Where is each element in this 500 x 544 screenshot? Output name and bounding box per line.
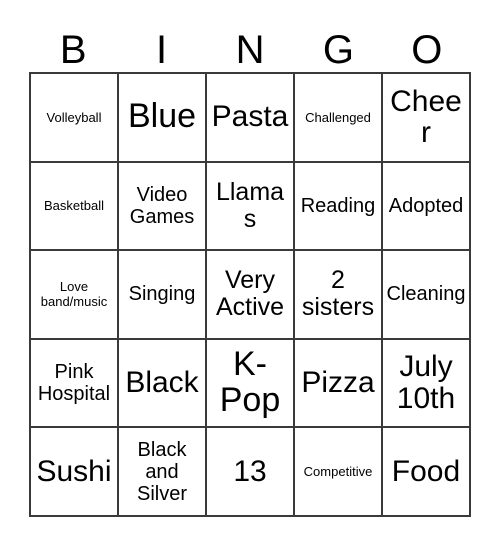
bingo-cell[interactable]: July 10th xyxy=(383,339,471,429)
bingo-cell-label: Love band/music xyxy=(40,279,108,310)
bingo-card: B I N G O Volleyball Blue Pasta Challeng… xyxy=(29,14,471,517)
bingo-cell-label: 13 xyxy=(233,454,267,488)
bingo-cell[interactable]: Sushi xyxy=(31,428,119,517)
header-letter-o: O xyxy=(411,28,443,72)
bingo-cell[interactable]: Reading xyxy=(295,162,383,252)
bingo-cell[interactable]: Black xyxy=(119,339,207,429)
bingo-cell[interactable]: Pizza xyxy=(295,339,383,429)
header-letter-i: I xyxy=(156,28,168,72)
bingo-cell-label: Food xyxy=(391,454,461,488)
bingo-cell-label: 2 sisters xyxy=(301,266,375,322)
bingo-cell[interactable]: Competitive xyxy=(295,428,383,517)
bingo-cell-label: K-Pop xyxy=(219,345,281,420)
bingo-cell[interactable]: Basketball xyxy=(31,162,119,252)
bingo-cell-label: Very Active xyxy=(215,266,285,322)
bingo-cell[interactable]: Food xyxy=(383,428,471,517)
bingo-cell-label: Basketball xyxy=(44,198,104,214)
bingo-cell-label: Sushi xyxy=(36,454,112,488)
bingo-cell-label: Singing xyxy=(128,283,196,306)
bingo-cell[interactable]: Pink Hospital xyxy=(31,339,119,429)
bingo-cell[interactable]: Blue xyxy=(119,74,207,163)
bingo-cell-label: Cheer xyxy=(390,84,462,150)
header-letter-b: B xyxy=(59,28,87,72)
bingo-cell-label: Volleyball xyxy=(46,109,102,125)
bingo-cell-label: Black xyxy=(125,366,199,400)
bingo-cell[interactable]: Singing xyxy=(119,251,207,340)
bingo-cell-label: Blue xyxy=(127,97,197,136)
bingo-cell[interactable]: Challenged xyxy=(295,74,383,163)
bingo-cell-label: Challenged xyxy=(305,109,371,125)
bingo-cell-label: Pizza xyxy=(301,366,375,400)
bingo-cell[interactable]: Cleaning xyxy=(383,251,471,340)
bingo-cell-label: Competitive xyxy=(303,464,373,479)
bingo-cell[interactable]: Very Active xyxy=(207,251,295,340)
bingo-cell[interactable]: Pasta xyxy=(207,74,295,163)
bingo-cell[interactable]: K-Pop xyxy=(207,339,295,429)
bingo-cell[interactable]: 2 sisters xyxy=(295,251,383,340)
bingo-cell[interactable]: Adopted xyxy=(383,162,471,252)
header-letter-g: G xyxy=(322,28,354,72)
bingo-cell-label: July 10th xyxy=(396,350,456,416)
bingo-cell[interactable]: Cheer xyxy=(383,74,471,163)
bingo-cell[interactable]: Black and Silver xyxy=(119,428,207,517)
bingo-cell-label: Llamas xyxy=(215,177,285,233)
bingo-cell[interactable]: Love band/music xyxy=(31,251,119,340)
bingo-cell[interactable]: Volleyball xyxy=(31,74,119,163)
bingo-cell-label: Pasta xyxy=(211,100,289,134)
bingo-cell-label: Video Games xyxy=(129,183,195,228)
header-letter-n: N xyxy=(235,28,265,72)
bingo-cell-label: Adopted xyxy=(388,194,464,217)
bingo-header-row: B I N G O xyxy=(29,14,471,72)
bingo-cell[interactable]: Video Games xyxy=(119,162,207,252)
bingo-cell-label: Cleaning xyxy=(386,283,466,306)
bingo-cell[interactable]: 13 xyxy=(207,428,295,517)
bingo-cell-label: Pink Hospital xyxy=(37,361,111,406)
bingo-cell-label: Reading xyxy=(300,194,376,217)
bingo-cell-label: Black and Silver xyxy=(136,438,187,505)
bingo-cell[interactable]: Llamas xyxy=(207,162,295,252)
bingo-grid: Volleyball Blue Pasta Challenged Cheer B… xyxy=(29,72,471,517)
